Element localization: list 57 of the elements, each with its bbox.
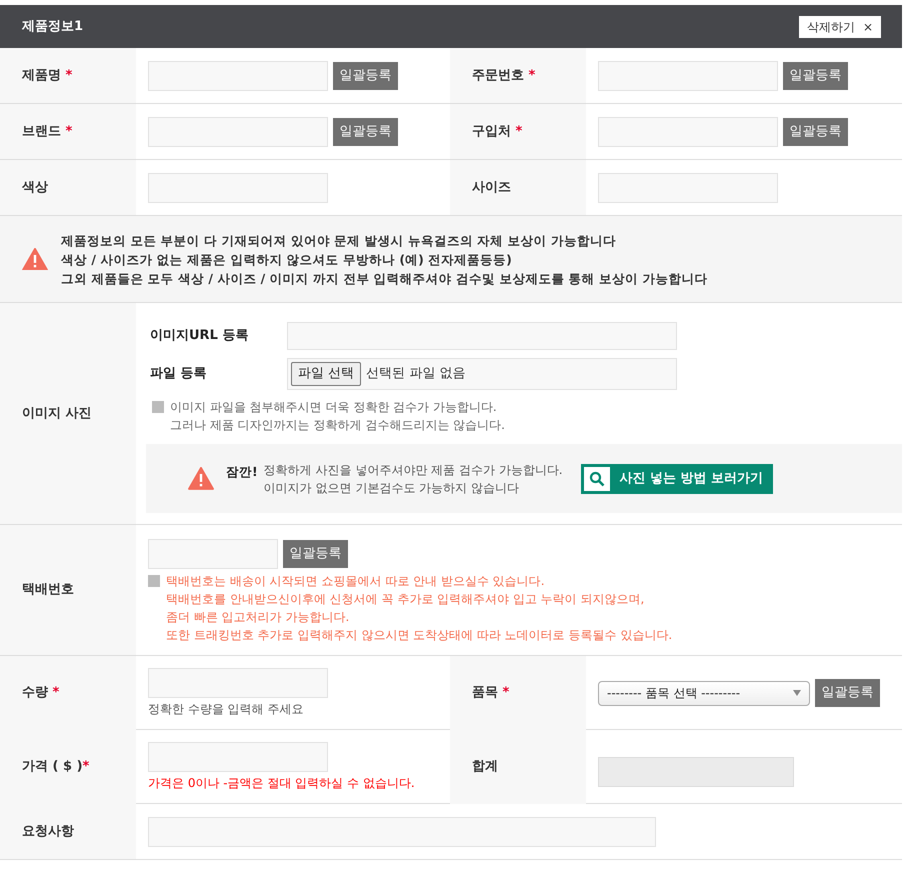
warning-text: 정확하게 사진을 넣어주셔야만 제품 검수가 가능합니다. <box>264 462 563 478</box>
input-field[interactable] <box>148 742 328 772</box>
field-label: 색상 <box>22 178 48 197</box>
tracking-number-field[interactable] <box>148 539 278 569</box>
info-text: 그러나 제품 디자인까지는 정확하게 검수해드리지는 않습니다. <box>170 417 505 434</box>
file-upload-field[interactable]: 파일 선택 선택된 파일 없음 <box>287 358 677 390</box>
bulk-register-button[interactable]: 일괄등록 <box>815 679 880 707</box>
bulk-register-button[interactable]: 일괄등록 <box>783 118 848 146</box>
field-label: 구입처 * <box>472 122 522 141</box>
file-label: 파일 등록 <box>149 365 208 384</box>
notice-text: 색상 / 사이즈가 없는 제품은 입력하지 않으셔도 무방하나 (예) 전자제품등등) <box>61 250 513 268</box>
file-status: 선택된 파일 없음 <box>366 365 466 384</box>
field-label: 가격 ( $ )* <box>22 758 90 776</box>
tracking-info-text: 택배번호는 배송이 시작되면 쇼핑몰에서 따로 안내 받으실수 있습니다. <box>166 573 546 590</box>
dropdown-caret-icon <box>793 690 801 696</box>
field-label: 브랜드 * <box>22 122 72 141</box>
bulk-register-button[interactable]: 일괄등록 <box>783 62 848 90</box>
field-label: 요청사항 <box>22 822 74 841</box>
field-hint: 가격은 0이나 -금액은 절대 입력하실 수 없습니다. <box>148 775 416 792</box>
field-hint: 정확한 수량을 입력해 주세요 <box>148 701 304 718</box>
field-label: 제품명 * <box>22 66 72 85</box>
field-label: 주문번호 * <box>472 66 536 85</box>
input-field[interactable] <box>598 172 778 202</box>
field-label: 이미지 사진 <box>22 404 92 423</box>
bulk-register-button[interactable]: 일괄등록 <box>333 118 398 146</box>
image-url-field[interactable] <box>287 322 677 350</box>
warning-icon <box>188 467 214 490</box>
warning-icon <box>22 248 48 270</box>
notice-text: 제품정보의 모든 부분이 다 기재되어져 있어야 문제 발생시 뉴욕걸즈의 자체 보상이 가능합니다 <box>61 232 617 250</box>
input-field[interactable] <box>148 60 328 90</box>
field-label: 품목 * <box>472 684 510 702</box>
warning-title: 잠깐! <box>226 463 258 481</box>
section-title: 제품정보1 <box>22 18 84 36</box>
tracking-info-text: 좀더 빠른 입고처리가 가능합니다. <box>166 609 350 626</box>
input-field[interactable] <box>148 116 328 146</box>
input-field[interactable] <box>598 116 778 146</box>
url-label: 이미지URL 등록 <box>149 327 250 346</box>
field-label: 수량 * <box>22 684 60 702</box>
notice-text: 그외 제품들은 모두 색상 / 사이즈 / 이미지 까지 전부 입력해주셔야 검수및 보상제도를 통해 보상이 가능합니다 <box>61 270 708 288</box>
field-label: 사이즈 <box>472 178 511 197</box>
choose-file-button[interactable]: 파일 선택 <box>291 362 362 386</box>
warning-text: 이미지가 없으면 기본검수도 가능하지 않습니다 <box>264 480 520 496</box>
bulk-register-button[interactable]: 일괄등록 <box>333 62 398 90</box>
tracking-info-text: 택배번호를 안내받으신이후에 신청서에 꼭 추가로 입력해주셔야 입고 누락이 되지않으며, <box>166 591 646 608</box>
field-label: 합계 <box>472 758 498 776</box>
info-text: 이미지 파일을 첨부해주시면 더욱 정확한 검수가 가능합니다. <box>170 399 498 416</box>
bulk-register-button[interactable]: 일괄등록 <box>283 540 348 568</box>
request-field[interactable] <box>148 816 656 846</box>
search-icon <box>588 470 605 486</box>
input-field[interactable] <box>598 60 778 90</box>
category-select[interactable]: -------- 품목 선택 --------- <box>598 680 810 706</box>
photo-guide-button[interactable]: 사진 넣는 방법 보러가기 <box>580 464 774 494</box>
input-field[interactable] <box>148 668 328 698</box>
tracking-info-text: 또한 트래킹번호 추가로 입력해주지 않으시면 도착상태에 따라 노데이터로 등록될수 있습니다. <box>166 627 672 644</box>
delete-button[interactable]: 삭제하기 × <box>798 16 881 38</box>
field-label: 택배번호 <box>22 581 74 600</box>
input-field[interactable] <box>148 172 328 202</box>
